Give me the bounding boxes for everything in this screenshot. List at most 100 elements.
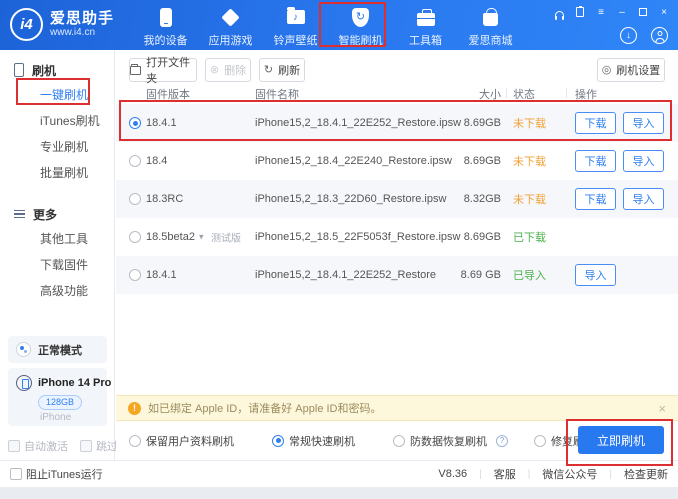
sidebar-item-pro-flash[interactable]: 专业刷机 xyxy=(0,134,114,160)
warning-icon: ! xyxy=(128,402,141,415)
radio-icon[interactable] xyxy=(129,269,141,281)
radio-icon[interactable] xyxy=(129,193,141,205)
col-actions: 操作 xyxy=(575,86,597,102)
main-nav: 我的设备 应用游戏 ♪ 铃声壁纸 ↻ 智能刷机 工具箱 xyxy=(133,6,523,48)
nav-ringtones-wallpapers[interactable]: ♪ 铃声壁纸 xyxy=(263,6,328,48)
table-row[interactable]: 18.3RC iPhone15,2_18.3_22D60_Restore.ips… xyxy=(116,180,678,218)
table-row[interactable]: 18.4.1 iPhone15,2_18.4.1_22E252_Restore.… xyxy=(116,104,678,142)
maximize-icon[interactable] xyxy=(637,6,649,18)
check-update-link[interactable]: 检查更新 xyxy=(624,466,668,482)
checkbox-icon xyxy=(10,468,22,480)
customer-service-link[interactable]: 客服 xyxy=(494,466,516,482)
quick-icons: ↓ xyxy=(620,27,668,44)
import-firmware-button[interactable]: 导入 xyxy=(575,264,616,286)
help-icon[interactable]: ? xyxy=(496,435,508,447)
user-circle-icon[interactable] xyxy=(651,27,668,44)
app-url: www.i4.cn xyxy=(50,27,114,38)
device-type: iPhone xyxy=(40,412,107,423)
sidebar-section-more: 更多 xyxy=(0,194,114,226)
col-firmware-name: 固件名称 xyxy=(255,86,299,102)
device-name: iPhone 14 Pro xyxy=(38,377,111,389)
sidebar-item-download-firmware[interactable]: 下载固件 xyxy=(0,252,114,278)
flash-now-button[interactable]: 立即刷机 xyxy=(578,426,664,454)
delete-icon: ⊗ xyxy=(210,65,219,76)
phone-icon xyxy=(155,6,177,28)
window-controls: ≡ – × xyxy=(553,6,670,18)
import-firmware-button[interactable]: 导入 xyxy=(623,150,664,172)
window-edge xyxy=(0,487,678,499)
table-row[interactable]: 18.4.1 iPhone15,2_18.4.1_22E252_Restore … xyxy=(116,256,678,294)
radio-selected-icon[interactable] xyxy=(129,117,141,129)
import-firmware-button[interactable]: 导入 xyxy=(623,188,664,210)
menu-icon[interactable]: ≡ xyxy=(595,6,607,18)
shield-refresh-icon: ↻ xyxy=(350,6,372,28)
status-badge: 未下载 xyxy=(513,115,546,131)
col-status: 状态 xyxy=(513,86,535,102)
nav-toolbox[interactable]: 工具箱 xyxy=(393,6,458,48)
table-header: 固件版本 固件名称 大小 状态 操作 xyxy=(116,86,678,104)
anti-recovery-flash-radio[interactable]: 防数据恢复刷机 ? xyxy=(393,433,508,449)
checkbox-icon xyxy=(80,440,92,452)
sidebar-item-batch-flash[interactable]: 批量刷机 xyxy=(0,160,114,186)
wechat-official-link[interactable]: 微信公众号 xyxy=(542,466,597,482)
nav-apps-games[interactable]: 应用游戏 xyxy=(198,6,263,48)
capacity-badge: 128GB xyxy=(38,395,82,410)
statusbar: 阻止iTunes运行 V8.36 | 客服 | 微信公众号 | 检查更新 xyxy=(0,460,678,487)
app-title: 爱思助手 xyxy=(50,11,114,27)
radio-icon xyxy=(393,435,405,447)
auto-activate-checkbox[interactable]: 自动激活 xyxy=(8,438,68,454)
beta-badge: 测试版 xyxy=(211,230,241,245)
sidebar-item-other-tools[interactable]: 其他工具 xyxy=(0,226,114,252)
nav-smart-flash[interactable]: ↻ 智能刷机 xyxy=(328,6,393,48)
col-size: 大小 xyxy=(441,86,501,102)
sidebar-item-itunes-flash[interactable]: iTunes刷机 xyxy=(0,108,114,134)
import-firmware-button[interactable]: 导入 xyxy=(623,112,664,134)
col-firmware-version: 固件版本 xyxy=(146,86,190,102)
download-firmware-button[interactable]: 下载 xyxy=(575,150,616,172)
device-card: iPhone 14 Pro 128GB iPhone xyxy=(8,368,107,426)
close-icon[interactable]: × xyxy=(658,6,670,18)
gear-icon: ◎ xyxy=(602,65,612,76)
toolbar: 打开文件夹 ⊗ 删除 ↻ 刷新 ◎ 刷机设置 xyxy=(116,50,678,86)
list-icon xyxy=(14,210,25,219)
status-badge: 未下载 xyxy=(513,191,546,207)
sidebar-item-one-click-flash[interactable]: 一键刷机 xyxy=(0,82,114,108)
app-window: i4 爱思助手 www.i4.cn 我的设备 应用游戏 ♪ 铃声壁纸 xyxy=(0,0,678,499)
toolbox-icon xyxy=(415,6,437,28)
status-badge: 已导入 xyxy=(513,267,546,283)
minimize-icon[interactable]: – xyxy=(616,6,628,18)
block-itunes-checkbox[interactable]: 阻止iTunes运行 xyxy=(10,466,103,482)
download-circle-icon[interactable]: ↓ xyxy=(620,27,637,44)
headset-icon[interactable] xyxy=(553,6,565,18)
clipboard-icon[interactable] xyxy=(574,6,586,18)
checkbox-icon xyxy=(8,440,20,452)
delete-button[interactable]: ⊗ 删除 xyxy=(205,58,251,82)
chevron-down-icon[interactable]: ▾ xyxy=(199,232,204,243)
radio-icon xyxy=(129,435,141,447)
radio-icon[interactable] xyxy=(129,155,141,167)
folder-icon xyxy=(130,66,141,75)
main-panel: 打开文件夹 ⊗ 删除 ↻ 刷新 ◎ 刷机设置 固件版本 固件名称 大小 状态 操… xyxy=(116,50,678,460)
apple-id-notice: ! 如已绑定 Apple ID，请准备好 Apple ID和密码。 × xyxy=(116,395,678,421)
table-row[interactable]: 18.5beta2 ▾ 测试版 iPhone15,2_18.5_22F5053f… xyxy=(116,218,678,256)
flash-settings-button[interactable]: ◎ 刷机设置 xyxy=(597,58,665,82)
radio-icon[interactable] xyxy=(129,231,141,243)
table-row[interactable]: 18.4 iPhone15,2_18.4_22E240_Restore.ipsw… xyxy=(116,142,678,180)
open-folder-button[interactable]: 打开文件夹 xyxy=(129,58,197,82)
normal-fast-flash-radio[interactable]: 常规快速刷机 xyxy=(272,433,355,449)
refresh-button[interactable]: ↻ 刷新 xyxy=(259,58,305,82)
sidebar-section-flash: 刷机 xyxy=(0,50,114,82)
mode-card: 正常模式 xyxy=(8,336,107,363)
download-firmware-button[interactable]: 下载 xyxy=(575,188,616,210)
sidebar-item-advanced-features[interactable]: 高级功能 xyxy=(0,278,114,304)
download-firmware-button[interactable]: 下载 xyxy=(575,112,616,134)
version-label: V8.36 xyxy=(438,468,467,480)
keep-data-flash-radio[interactable]: 保留用户资料刷机 xyxy=(129,433,234,449)
nav-my-devices[interactable]: 我的设备 xyxy=(133,6,198,48)
logo-icon: i4 xyxy=(10,8,43,41)
close-icon[interactable]: × xyxy=(658,401,666,416)
radio-selected-icon xyxy=(272,435,284,447)
cube-icon xyxy=(220,6,242,28)
music-folder-icon: ♪ xyxy=(285,6,307,28)
nav-aisi-mall[interactable]: 爱思商城 xyxy=(458,6,523,48)
